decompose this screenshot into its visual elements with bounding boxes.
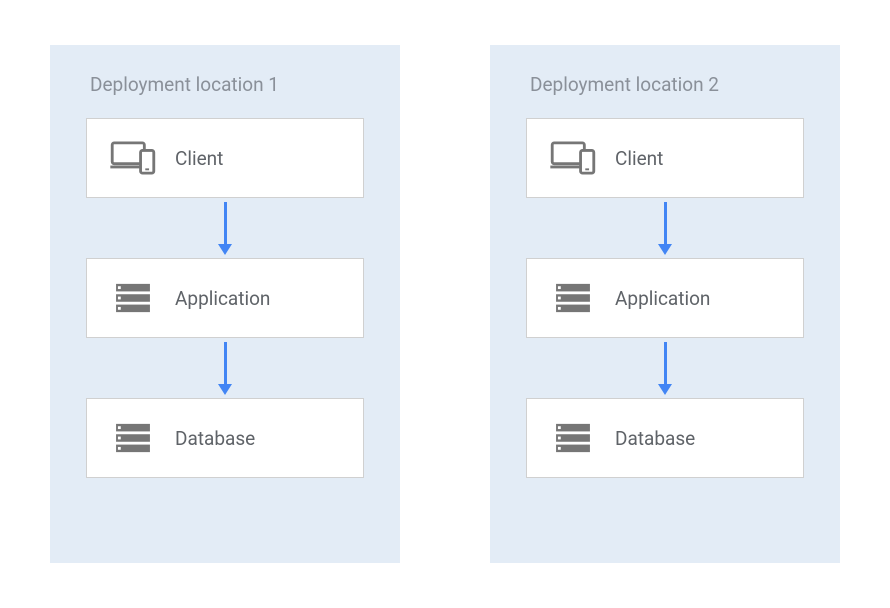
node-label: Database [615, 427, 695, 450]
arrow-down-icon [658, 338, 672, 398]
server-icon [109, 414, 157, 462]
server-icon [549, 274, 597, 322]
arrow-down-icon [218, 338, 232, 398]
arrow-down-icon [658, 198, 672, 258]
node-label: Client [615, 147, 663, 170]
database-node: Database [526, 398, 804, 478]
location-title: Deployment location 2 [520, 73, 719, 96]
node-label: Client [175, 147, 223, 170]
client-node: Client [86, 118, 364, 198]
client-node: Client [526, 118, 804, 198]
node-label: Application [175, 287, 270, 310]
devices-icon [109, 134, 157, 182]
server-icon [549, 414, 597, 462]
node-label: Database [175, 427, 255, 450]
arrow-down-icon [218, 198, 232, 258]
location-title: Deployment location 1 [80, 73, 279, 96]
node-label: Application [615, 287, 710, 310]
devices-icon [549, 134, 597, 182]
database-node: Database [86, 398, 364, 478]
deployment-location-panel-2: Deployment location 2 Client [490, 45, 840, 563]
application-node: Application [526, 258, 804, 338]
deployment-location-panel-1: Deployment location 1 Client [50, 45, 400, 563]
server-icon [109, 274, 157, 322]
application-node: Application [86, 258, 364, 338]
